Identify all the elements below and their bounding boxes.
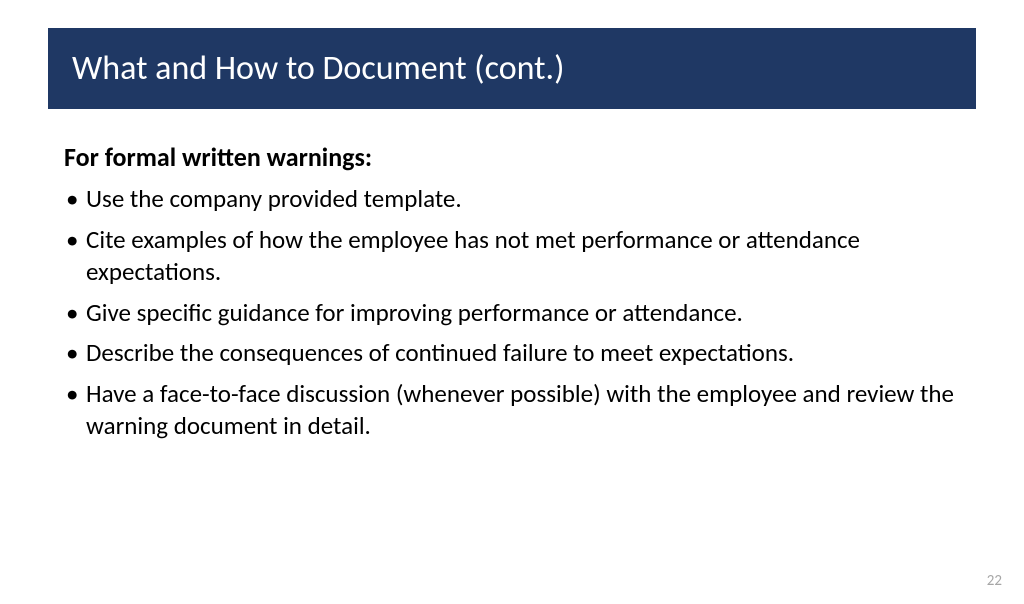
slide-title: What and How to Document (cont.) [72, 48, 952, 89]
slide-content: For formal written warnings: Use the com… [0, 109, 1024, 443]
subheading: For formal written warnings: [64, 141, 960, 173]
page-number: 22 [987, 572, 1002, 590]
bullet-list: Use the company provided template. Cite … [64, 183, 960, 443]
list-item: Have a face-to-face discussion (whenever… [64, 378, 960, 443]
list-item: Give specific guidance for improving per… [64, 297, 960, 330]
slide-header: What and How to Document (cont.) [48, 28, 976, 109]
list-item: Use the company provided template. [64, 183, 960, 216]
list-item: Cite examples of how the employee has no… [64, 224, 960, 289]
list-item: Describe the consequences of continued f… [64, 337, 960, 370]
